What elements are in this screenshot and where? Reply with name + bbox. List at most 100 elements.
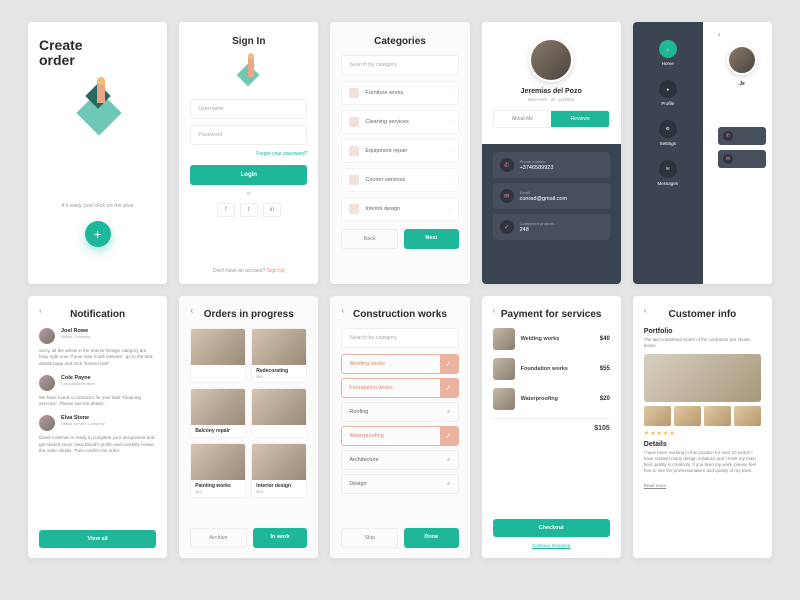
screen-menu: ⌂Home ●Profile ⚙Settings ✉Messages ‹ Je …: [633, 22, 772, 284]
work-option[interactable]: Roofing+: [341, 402, 458, 422]
signup-prompt: Don't have an account? Sign Up: [179, 268, 318, 274]
details-text: I have been working in this position for…: [644, 450, 761, 475]
menu-home[interactable]: ⌂Home: [659, 40, 677, 66]
username-field[interactable]: Username: [190, 99, 307, 119]
category-icon: [349, 175, 359, 185]
screen-customer: ‹ Customer info Portfolio The last compl…: [633, 296, 772, 558]
category-row[interactable]: Courier services›: [341, 168, 458, 192]
subtitle: It's easy, just click on the plus: [39, 203, 156, 209]
next-button[interactable]: Next: [404, 229, 459, 249]
work-option[interactable]: Design+: [341, 474, 458, 494]
inwork-button[interactable]: In work: [253, 528, 308, 548]
divider: or: [190, 191, 307, 197]
tile-image: [191, 444, 245, 480]
order-tile[interactable]: [190, 328, 246, 383]
order-tile[interactable]: Interior design$54: [251, 443, 307, 498]
login-button[interactable]: Login: [190, 165, 307, 185]
tile-image: [191, 389, 245, 425]
phone-icon: ✆: [500, 158, 514, 172]
menu-profile[interactable]: ●Profile: [659, 80, 677, 106]
skip-button[interactable]: Skip: [341, 528, 398, 548]
work-option[interactable]: Foundation works✓: [341, 378, 458, 398]
screen-payment: ‹ Payment for services Welding works$40F…: [482, 296, 621, 558]
continue-link[interactable]: Continue Shopping: [493, 543, 610, 548]
pay-item: Waterproofing$20: [493, 388, 610, 410]
chevron-right-icon: ›: [449, 119, 451, 125]
mail-icon: ✉: [659, 160, 677, 178]
back-icon[interactable]: ‹: [718, 30, 766, 39]
info-email: ✉Emailconrad@gmail.com: [493, 183, 610, 209]
tile-image: [252, 444, 306, 480]
category-icon: [349, 117, 359, 127]
category-icon: [349, 146, 359, 156]
twitter-icon[interactable]: t: [240, 203, 258, 217]
check-icon: ✓: [440, 427, 458, 445]
screen-notifications: ‹ Notification Joel RoweBitrow CompanySo…: [28, 296, 167, 558]
signup-link[interactable]: Sign Up: [267, 268, 285, 274]
work-option[interactable]: Welding works✓: [341, 354, 458, 374]
tile-image: [252, 389, 306, 425]
linkedin-icon[interactable]: in: [263, 203, 281, 217]
page-title: Construction works: [341, 309, 458, 320]
archive-button[interactable]: Archive: [190, 528, 247, 548]
check-icon: ✓: [500, 220, 514, 234]
page-title: Customer info: [644, 309, 761, 320]
password-field[interactable]: Password: [190, 125, 307, 145]
category-row[interactable]: Equipment repair›: [341, 139, 458, 163]
category-row[interactable]: Furniture works›: [341, 81, 458, 105]
order-tile[interactable]: Balcony repair: [190, 388, 246, 438]
social-row: f t in: [190, 203, 307, 217]
chevron-right-icon: ›: [449, 177, 451, 183]
screen-categories: Categories Search by category Furniture …: [330, 22, 469, 284]
order-tile[interactable]: [251, 388, 307, 438]
screen-signin: Sign In Username Password Forgot your pa…: [179, 22, 318, 284]
work-option[interactable]: Waterproofing✓: [341, 426, 458, 446]
chevron-right-icon: ›: [449, 148, 451, 154]
page-title: Categories: [341, 36, 458, 47]
mail-icon: ✉: [500, 189, 514, 203]
category-icon: [349, 204, 359, 214]
category-row[interactable]: Interior design›: [341, 197, 458, 221]
section-portfolio: Portfolio: [644, 328, 761, 335]
plus-icon: +: [440, 403, 458, 421]
tile-image: [191, 329, 245, 365]
order-tile[interactable]: Redecorating$60: [251, 328, 307, 383]
user-meta: New York · ID: 1120611: [493, 97, 610, 102]
menu-messages[interactable]: ✉Messages: [658, 160, 679, 186]
avatar: [727, 45, 757, 75]
view-all-button[interactable]: View all: [39, 530, 156, 548]
portfolio-sub: The last completed works of the contract…: [644, 337, 761, 350]
notification-item[interactable]: Elva StoneGrand Service Company: [39, 415, 156, 431]
category-row[interactable]: Cleaning services›: [341, 110, 458, 134]
checkout-button[interactable]: Checkout: [493, 519, 610, 537]
thumbnails[interactable]: [644, 406, 761, 426]
forgot-link[interactable]: Forgot your password?: [190, 151, 307, 157]
chevron-right-icon: ›: [449, 206, 451, 212]
work-option[interactable]: Architecture+: [341, 450, 458, 470]
chevron-right-icon: ›: [449, 90, 451, 96]
tab-about[interactable]: About Me: [494, 111, 552, 127]
search-input[interactable]: Search by category: [341, 55, 458, 75]
info-phone: ✆Phone number+3746589923: [493, 152, 610, 178]
plus-icon: +: [440, 475, 458, 493]
add-button[interactable]: +: [85, 221, 111, 247]
screen-profile: Jeremias del Pozo New York · ID: 1120611…: [482, 22, 621, 284]
category-icon: [349, 88, 359, 98]
facebook-icon[interactable]: f: [217, 203, 235, 217]
page-title: Sign In: [190, 36, 307, 47]
order-tile[interactable]: Painting works$42: [190, 443, 246, 498]
notification-item[interactable]: Joel RoweBitrow Company: [39, 328, 156, 344]
done-button[interactable]: Done: [404, 528, 459, 548]
screen-create-order: Create order It's easy, just click on th…: [28, 22, 167, 284]
back-button[interactable]: Back: [341, 229, 398, 249]
tab-reviews[interactable]: Reviews: [551, 111, 609, 127]
pay-item: Welding works$40: [493, 328, 610, 350]
menu-settings[interactable]: ⚙Settings: [659, 120, 677, 146]
notification-item[interactable]: Cole PayneCorporation Kraton: [39, 375, 156, 391]
read-more-link[interactable]: Read more: [644, 483, 761, 488]
item-image: [493, 358, 515, 380]
avatar: [39, 415, 55, 431]
check-icon: ✓: [440, 379, 458, 397]
hero-illustration: [69, 79, 127, 137]
search-input[interactable]: Search by category: [341, 328, 458, 348]
